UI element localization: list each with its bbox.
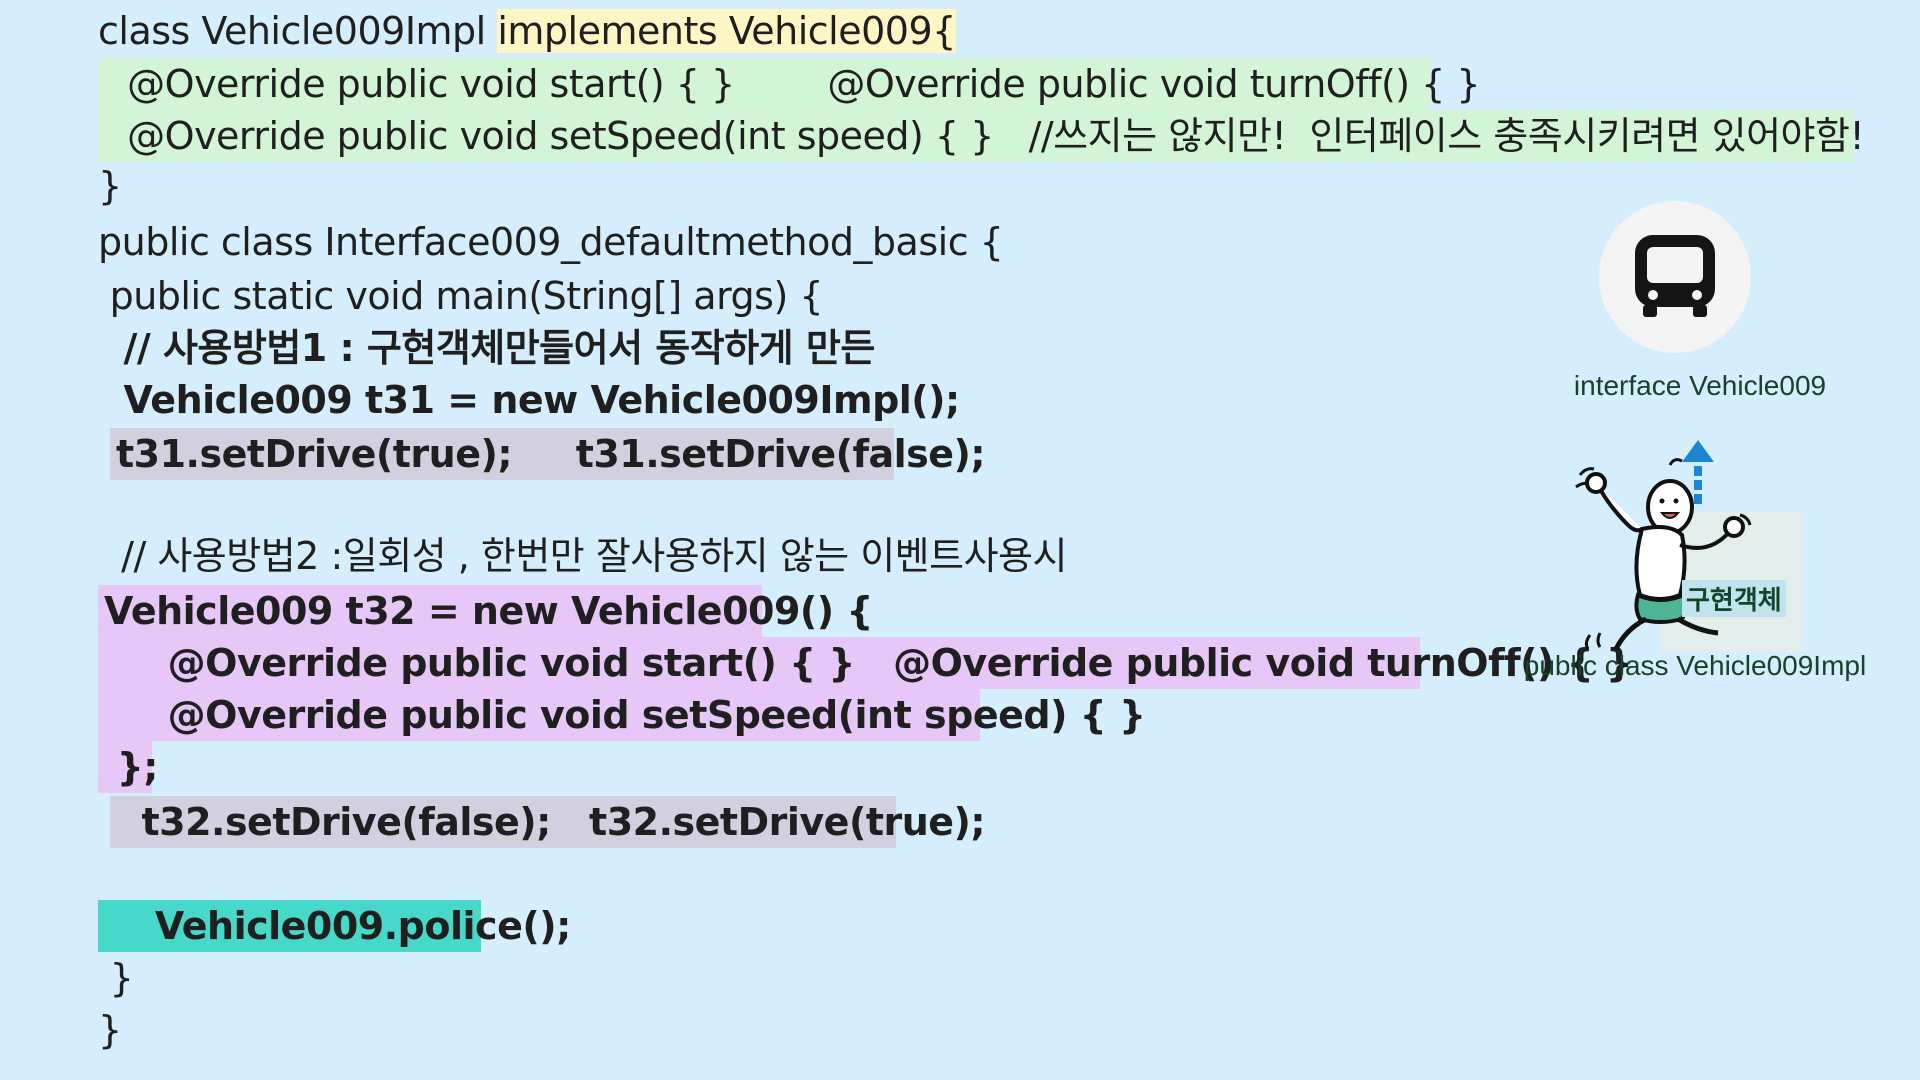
code-line-main-method: public static void main(String[] args) { bbox=[98, 274, 824, 318]
code-line-setdrive-t31: t31.setDrive(true); t31.setDrive(false); bbox=[110, 428, 986, 480]
code-line-public-class: public class Interface009_defaultmethod_… bbox=[98, 220, 1004, 264]
interface-circle bbox=[1599, 201, 1751, 353]
implements-highlight: implements Vehicle009{ bbox=[497, 9, 956, 53]
code-line-police-call: Vehicle009.police(); bbox=[98, 900, 571, 952]
bus-icon bbox=[1635, 235, 1715, 317]
code-line-comment-usage1: // 사용방법1 : 구현객체만들어서 동작하게 만든 bbox=[98, 326, 875, 370]
code-line-anon-setspeed: @Override public void setSpeed(int speed… bbox=[98, 689, 1146, 741]
interface-label: interface Vehicle009 bbox=[1573, 370, 1827, 401]
code-line-start-turnoff: @Override public void start() { } @Overr… bbox=[98, 58, 1481, 110]
code-line-close-main: } bbox=[98, 956, 134, 1000]
code-line-setspeed-comment: @Override public void setSpeed(int speed… bbox=[98, 110, 1865, 162]
code-line-anon-start-turnoff: @Override public void start() { } @Overr… bbox=[98, 637, 1633, 689]
code-line-class-decl: class Vehicle009Impl implements Vehicle0… bbox=[98, 5, 956, 57]
impl-object-tag: 구현객체 bbox=[1682, 580, 1786, 617]
code-line-comment-usage2: // 사용방법2 :일회성 , 한번만 잘사용하지 않는 이벤트사용시 bbox=[98, 534, 1067, 578]
code-line-anon-close: }; bbox=[98, 741, 158, 793]
code-line-setdrive-t32: t32.setDrive(false); t32.setDrive(true); bbox=[110, 796, 986, 848]
code-line-close-brace-1: } bbox=[98, 164, 122, 208]
dancing-character-illustration bbox=[1575, 458, 1752, 651]
code-line-anonymous-class: Vehicle009 t32 = new Vehicle009() { bbox=[98, 585, 873, 637]
code-line-new-impl: Vehicle009 t31 = new Vehicle009Impl(); bbox=[98, 378, 960, 422]
code-line-close-class: } bbox=[98, 1008, 122, 1052]
impl-class-label: public class Vehicle009Impl bbox=[1523, 650, 1867, 681]
class-decl-text: class Vehicle009Impl bbox=[98, 9, 498, 53]
